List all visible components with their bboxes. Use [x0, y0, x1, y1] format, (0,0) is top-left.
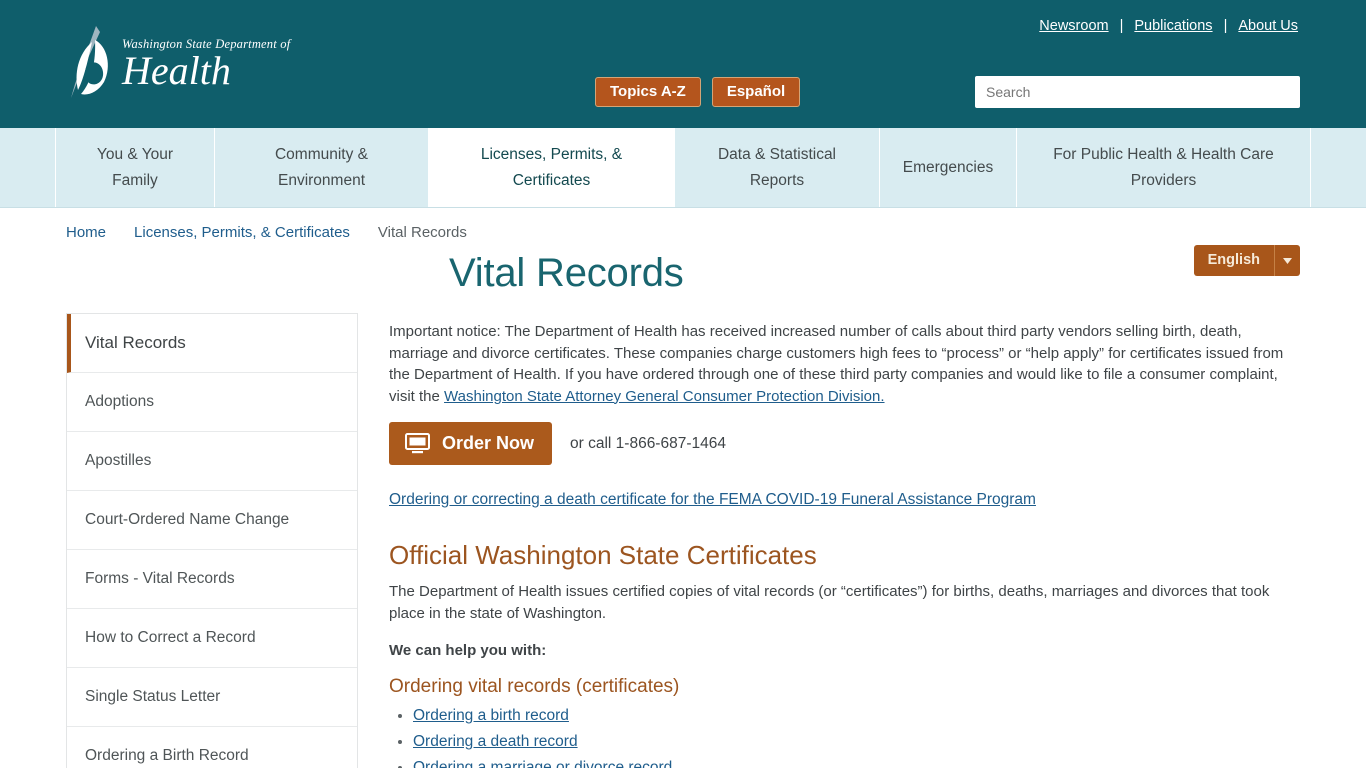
espanol-button[interactable]: Español [711, 77, 801, 107]
important-notice-paragraph: Important notice: The Department of Heal… [389, 321, 1300, 407]
nav-item-you-and-your-family[interactable]: You & Your Family [55, 128, 215, 207]
nav-item-emergencies[interactable]: Emergencies [880, 128, 1017, 207]
breadcrumb-item-home[interactable]: Home [66, 224, 106, 241]
sidebar-item-how-to-correct-a-record[interactable]: How to Correct a Record [67, 609, 357, 668]
site-logo[interactable]: Washington State Department of Health [62, 18, 290, 110]
link-ordering-a-birth-record[interactable]: Ordering a birth record [413, 707, 569, 724]
sidebar-item-label: How to Correct a Record [85, 629, 256, 646]
content-columns: Vital Records Adoptions Apostilles Court… [66, 313, 1300, 768]
utility-link-about-us[interactable]: About Us [1236, 18, 1300, 34]
utility-separator-1: | [1119, 18, 1124, 34]
nav-label: Community & Environment [274, 145, 369, 189]
order-phone-note: or call 1-866-687-1464 [570, 434, 726, 452]
search-input[interactable] [975, 76, 1300, 108]
order-now-label: Order Now [442, 433, 535, 453]
sidebar-item-label: Apostilles [85, 452, 152, 469]
sidebar-item-label: Forms - Vital Records [85, 570, 235, 587]
site-header: Washington State Department of Health Ne… [0, 0, 1366, 128]
utility-link-publications[interactable]: Publications [1132, 18, 1214, 34]
sidebar-item-adoptions[interactable]: Adoptions [67, 373, 357, 432]
nav-label: Licenses, Permits, & Certificates [480, 145, 623, 189]
breadcrumb: Home Licenses, Permits, & Certificates V… [0, 208, 1366, 241]
ag-consumer-protection-link[interactable]: Washington State Attorney General Consum… [444, 388, 885, 405]
list-item: Ordering a marriage or divorce record [413, 758, 1300, 768]
sidebar-item-label: Court-Ordered Name Change [85, 511, 290, 528]
list-item: Ordering a birth record [413, 706, 1300, 726]
chevron-down-icon[interactable] [1274, 245, 1300, 276]
nav-label: For Public Health & Health Care Provider… [1053, 145, 1274, 189]
help-lead-text: We can help you with: [389, 642, 547, 659]
subsection-heading-ordering-vital-records: Ordering vital records (certificates) [389, 676, 680, 697]
nav-item-licenses-permits-certificates[interactable]: Licenses, Permits, & Certificates [429, 128, 675, 207]
main-content: Important notice: The Department of Heal… [358, 313, 1300, 768]
sidebar-item-apostilles[interactable]: Apostilles [67, 432, 357, 491]
language-switcher: English [1193, 245, 1300, 276]
sidebar-item-label: Adoptions [85, 393, 154, 410]
sidebar-item-ordering-a-birth-record[interactable]: Ordering a Birth Record [67, 727, 357, 768]
ordering-links-list: Ordering a birth record Ordering a death… [389, 706, 1300, 768]
nav-label: Emergencies [902, 158, 994, 176]
chevron-down-glyph [1283, 257, 1292, 264]
section-sidebar: Vital Records Adoptions Apostilles Court… [66, 313, 358, 768]
page-body: Vital Records English Vital Records Adop… [0, 241, 1366, 768]
list-item: Ordering a death record [413, 732, 1300, 752]
header-buttons: Topics A-Z Español [595, 77, 801, 107]
sidebar-item-court-ordered-name-change[interactable]: Court-Ordered Name Change [67, 491, 357, 550]
utility-separator-2: | [1223, 18, 1228, 34]
logo-text: Washington State Department of Health [122, 38, 290, 90]
page-title-row: Vital Records English [66, 241, 1300, 313]
sidebar-item-label: Ordering a Birth Record [85, 747, 249, 764]
section-body-paragraph: The Department of Health issues certifie… [389, 583, 1270, 622]
section-heading-official-certificates: Official Washington State Certificates [389, 540, 817, 570]
monitor-icon [405, 433, 430, 454]
page-title: Vital Records [449, 251, 684, 295]
sidebar-item-label: Vital Records [85, 333, 186, 352]
nav-item-data-and-statistical-reports[interactable]: Data & Statistical Reports [675, 128, 880, 207]
sidebar-item-single-status-letter[interactable]: Single Status Letter [67, 668, 357, 727]
nav-label: You & Your Family [96, 145, 174, 189]
sidebar-item-vital-records[interactable]: Vital Records [67, 314, 357, 373]
doh-leaf-logo-icon [71, 26, 108, 98]
utility-nav: Newsroom | Publications | About Us [1037, 18, 1300, 34]
nav-label: Data & Statistical Reports [717, 145, 837, 189]
order-now-button[interactable]: Order Now [389, 422, 553, 465]
main-navigation: You & Your Family Community & Environmen… [0, 128, 1366, 208]
breadcrumb-item-licenses[interactable]: Licenses, Permits, & Certificates [134, 224, 350, 241]
link-ordering-a-marriage-or-divorce-record[interactable]: Ordering a marriage or divorce record [413, 759, 672, 768]
link-ordering-a-death-record[interactable]: Ordering a death record [413, 733, 578, 750]
sidebar-item-label: Single Status Letter [85, 688, 221, 705]
order-row: Order Now or call 1-866-687-1464 [389, 422, 1300, 465]
language-current-button[interactable]: English [1193, 245, 1274, 276]
nav-item-for-public-health-providers[interactable]: For Public Health & Health Care Provider… [1017, 128, 1311, 207]
breadcrumb-item-current: Vital Records [377, 224, 467, 241]
fema-covid-funeral-assistance-link[interactable]: Ordering or correcting a death certifica… [389, 491, 1036, 509]
topics-az-button[interactable]: Topics A-Z [595, 77, 701, 107]
logo-line-2: Health [122, 47, 231, 93]
sidebar-item-forms-vital-records[interactable]: Forms - Vital Records [67, 550, 357, 609]
nav-item-community-and-environment[interactable]: Community & Environment [215, 128, 429, 207]
utility-link-newsroom[interactable]: Newsroom [1037, 18, 1110, 34]
